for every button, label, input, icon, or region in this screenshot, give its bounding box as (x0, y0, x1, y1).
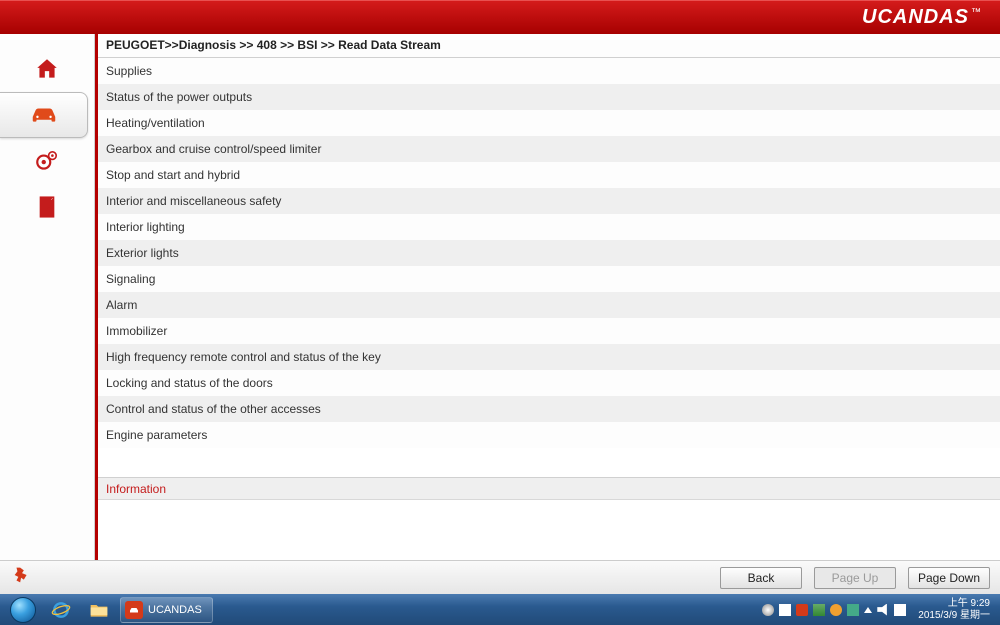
list-item[interactable]: Locking and status of the doors (98, 370, 1000, 396)
list-item[interactable]: High frequency remote control and status… (98, 344, 1000, 370)
list-item[interactable]: Signaling (98, 266, 1000, 292)
list-item[interactable]: Alarm (98, 292, 1000, 318)
report-icon (32, 194, 62, 220)
start-button[interactable] (4, 596, 42, 624)
list-item[interactable]: Supplies (98, 58, 1000, 84)
page-up-button[interactable]: Page Up (814, 567, 896, 589)
info-section: Information (98, 477, 1000, 560)
header-bar: UCANDAS™ (0, 0, 1000, 34)
exit-icon[interactable] (10, 564, 34, 591)
list-item[interactable]: Heating/ventilation (98, 110, 1000, 136)
taskbar-clock[interactable]: 上午 9:29 2015/3/9 星期一 (912, 598, 996, 622)
taskbar-app-ucandas[interactable]: UCANDAS (120, 597, 213, 623)
trademark-symbol: ™ (971, 7, 982, 18)
page-down-button[interactable]: Page Down (908, 567, 990, 589)
tray-volume-icon (877, 604, 889, 616)
car-icon (29, 102, 59, 128)
app-window: UCANDAS™ (0, 0, 1000, 594)
tray-icons[interactable] (762, 604, 906, 616)
data-stream-list: Supplies Status of the power outputs Hea… (98, 58, 1000, 477)
brand-logo: UCANDAS™ (862, 6, 982, 29)
sidebar-item-home[interactable] (0, 46, 94, 92)
taskbar-explorer[interactable] (81, 597, 117, 623)
gears-icon (32, 148, 62, 174)
tray-chevron-icon (864, 607, 872, 613)
windows-orb-icon (10, 597, 36, 623)
list-item[interactable]: Exterior lights (98, 240, 1000, 266)
footer-buttons: Back Page Up Page Down (720, 567, 990, 589)
back-button[interactable]: Back (720, 567, 802, 589)
tray-shield-icon (796, 604, 808, 616)
ie-icon (51, 600, 71, 620)
sidebar (0, 34, 95, 560)
sidebar-item-vehicle[interactable] (0, 92, 88, 138)
taskbar-app-label: UCANDAS (148, 604, 202, 616)
main-panel: PEUGOET>>Diagnosis >> 408 >> BSI >> Read… (95, 34, 1000, 560)
list-item[interactable]: Stop and start and hybrid (98, 162, 1000, 188)
list-item[interactable]: Interior lighting (98, 214, 1000, 240)
list-item[interactable]: Immobilizer (98, 318, 1000, 344)
system-tray: 上午 9:29 2015/3/9 星期一 (762, 598, 996, 622)
list-item[interactable]: Status of the power outputs (98, 84, 1000, 110)
taskbar-ie[interactable] (43, 597, 79, 623)
clock-date: 2015/3/9 星期一 (918, 610, 990, 622)
taskbar: UCANDAS 上午 9:29 2015/3/9 星期一 (0, 594, 1000, 625)
tray-flag-icon (779, 604, 791, 616)
info-body (98, 500, 1000, 560)
home-icon (32, 56, 62, 82)
list-item[interactable]: Interior and miscellaneous safety (98, 188, 1000, 214)
folder-icon (89, 601, 109, 619)
info-header: Information (98, 478, 1000, 500)
breadcrumb: PEUGOET>>Diagnosis >> 408 >> BSI >> Read… (98, 34, 1000, 58)
sidebar-item-settings[interactable] (0, 138, 94, 184)
tray-icon (762, 604, 774, 616)
list-item[interactable]: Control and status of the other accesses (98, 396, 1000, 422)
list-item[interactable]: Engine parameters (98, 422, 1000, 448)
tray-network-icon (813, 604, 825, 616)
footer-left (10, 564, 720, 591)
brand-text: UCANDAS (862, 6, 969, 28)
app-badge-icon (125, 601, 143, 619)
tray-lang-icon (894, 604, 906, 616)
sidebar-item-report[interactable] (0, 184, 94, 230)
footer-bar: Back Page Up Page Down (0, 560, 1000, 594)
content-row: PEUGOET>>Diagnosis >> 408 >> BSI >> Read… (0, 34, 1000, 560)
clock-time: 上午 9:29 (918, 598, 990, 610)
tray-usb-icon (847, 604, 859, 616)
list-item[interactable]: Gearbox and cruise control/speed limiter (98, 136, 1000, 162)
tray-update-icon (830, 604, 842, 616)
